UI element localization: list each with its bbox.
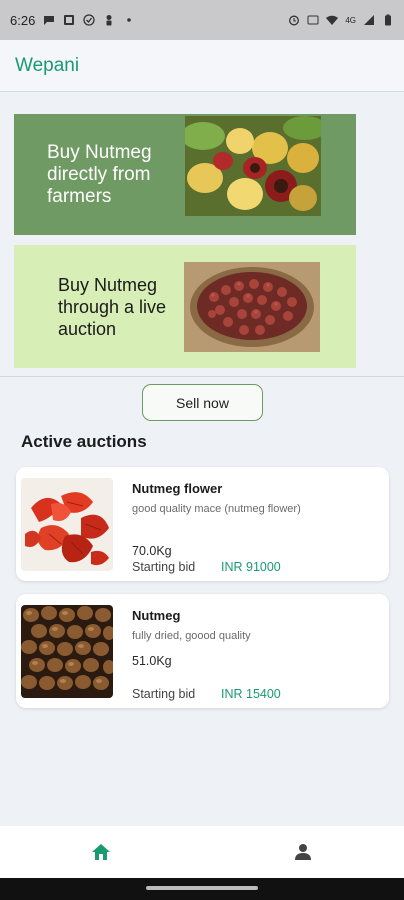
app-bar: Wepani (0, 40, 404, 92)
buy-direct-banner[interactable]: Buy Nutmeg directly from farmers (14, 114, 356, 235)
live-auction-banner[interactable]: Buy Nutmeg through a live auction (14, 245, 356, 368)
auction-quantity: 51.0Kg (132, 654, 172, 668)
status-time: 6:26 (10, 12, 36, 28)
nav-home[interactable] (0, 826, 202, 878)
home-icon (92, 844, 110, 860)
bottom-nav (0, 826, 404, 878)
auction-card[interactable]: Nutmeg fully dried, goood quality 51.0Kg… (16, 594, 389, 708)
divider (0, 376, 404, 377)
battery-icon (385, 14, 391, 26)
auction-description: fully dried, goood quality (132, 630, 251, 642)
signal-icon (364, 15, 374, 25)
sell-now-button[interactable]: Sell now (142, 384, 263, 421)
chat-icon (44, 16, 55, 25)
alarm-icon (289, 15, 300, 26)
check-circle-icon (83, 14, 95, 26)
auction-quantity: 70.0Kg (132, 544, 172, 558)
person-icon (106, 15, 112, 26)
auction-card[interactable]: Nutmeg flower good quality mace (nutmeg … (16, 467, 389, 581)
nutmeg-fruit-image (185, 116, 321, 216)
auction-description: good quality mace (nutmeg flower) (132, 503, 301, 515)
banner-text: Buy Nutmeg directly from farmers (47, 141, 152, 207)
starting-bid-value: INR 91000 (221, 560, 281, 574)
active-auctions-title: Active auctions (21, 432, 147, 451)
home-gesture-pill[interactable] (146, 886, 258, 890)
starting-bid-label: Starting bid (132, 687, 196, 701)
person-icon (295, 844, 311, 860)
auction-name: Nutmeg flower (132, 481, 223, 496)
auction-name: Nutmeg (132, 608, 181, 623)
nav-profile[interactable] (202, 826, 404, 878)
status-bar: 6:26 4G (0, 0, 404, 40)
wifi-icon (326, 15, 339, 25)
nutmeg-seeds-image (21, 605, 113, 698)
sell-now-label: Sell now (176, 394, 229, 411)
starting-bid-label: Starting bid (132, 560, 196, 574)
photo-icon (64, 15, 75, 25)
banner-text: Buy Nutmeg through a live auction (58, 274, 167, 339)
network-label: 4G (345, 15, 356, 25)
nutmeg-basket-image (184, 262, 320, 352)
nutmeg-flower-image (21, 478, 113, 571)
app-title: Wepani (15, 54, 80, 76)
starting-bid-value: INR 15400 (221, 687, 281, 701)
dot-icon (127, 18, 132, 22)
gesture-bar (0, 878, 404, 900)
volte-icon (307, 15, 319, 25)
